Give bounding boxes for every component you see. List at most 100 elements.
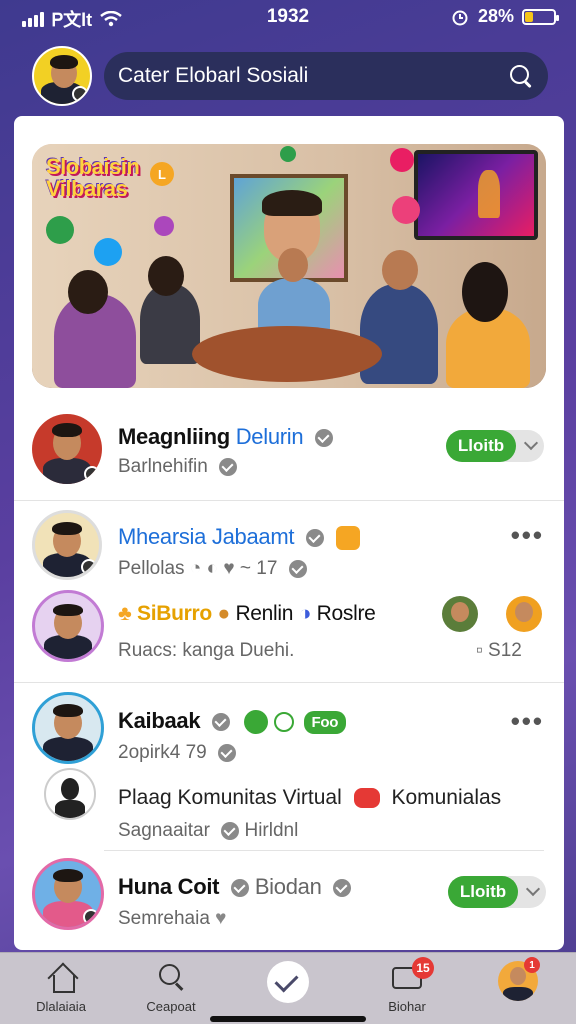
follow-toggle[interactable]: Lloitb — [446, 430, 544, 462]
member-name-highlight: Biodan — [254, 874, 322, 899]
avatar-hair — [53, 604, 83, 616]
community-name[interactable]: Plaag Komunitas Virtual — [118, 786, 342, 809]
person-head — [68, 270, 108, 314]
member-name-text: Meagnliing — [118, 424, 230, 449]
member-name-text: Kaibaak — [118, 708, 201, 733]
banner-logo-line1: Slobaisin — [46, 154, 140, 179]
home-icon — [48, 963, 76, 993]
member-avatar[interactable] — [32, 510, 102, 580]
verified-badge-icon — [231, 879, 249, 898]
emoji-icon — [335, 526, 360, 551]
person-head — [278, 248, 308, 282]
community-text: Plaag Komunitas Virtual Komunialas — [118, 786, 501, 810]
member-subtitle: Semrehaia ♥ — [118, 908, 226, 930]
tag-emoji-icon: ◑ — [298, 602, 312, 625]
member-subtitle-text: 2opirk4 79 — [118, 742, 207, 763]
member-subtitle-text: Semrehaia — [118, 908, 210, 929]
member-name[interactable]: Meagnliing Delurin — [118, 424, 334, 450]
chevron-down-icon[interactable] — [523, 435, 539, 451]
social-bubble-icon: L — [150, 162, 174, 186]
avatar-head — [451, 602, 469, 622]
more-options-icon[interactable]: ••• — [511, 706, 544, 737]
verified-icon — [84, 466, 100, 482]
avatar-hair — [50, 55, 78, 69]
battery-icon — [522, 8, 559, 25]
verified-badge-icon — [315, 429, 334, 448]
tag-emoji-icon: ♣ — [118, 602, 132, 625]
reaction-icons — [243, 710, 268, 735]
member-avatar[interactable] — [32, 692, 104, 764]
community-name-secondary[interactable]: Komunialas — [391, 786, 501, 809]
member-avatar[interactable] — [32, 414, 102, 484]
community-banner-image[interactable]: Slobaisin Vilbaras L — [32, 144, 546, 388]
tab-home-label: Dlalaiaia — [36, 999, 86, 1014]
member-name[interactable]: Kaibaak Foo — [118, 708, 347, 735]
member-name-highlight: Delurin — [235, 424, 304, 449]
tab-search[interactable]: Ceapoat — [116, 953, 226, 1024]
member-subtitle: Barlnehifin — [118, 456, 238, 478]
tagged-avatar[interactable] — [506, 596, 542, 632]
list-item[interactable]: Mhearsia Jabaamt Pellolas ◔ ◐ ♥ ~ 17 •••… — [14, 502, 564, 682]
avatar-body — [55, 800, 85, 818]
social-bubble-icon — [280, 146, 296, 162]
verified-badge-icon — [219, 457, 238, 476]
member-name-text: Huna Coit — [118, 874, 220, 899]
verified-icon — [83, 909, 99, 925]
member-subtitle-text: Barlnehifin — [118, 456, 208, 477]
member-name[interactable]: Huna Coit Biodan — [118, 874, 352, 900]
tab-search-label: Ceapoat — [146, 999, 196, 1014]
tag-member[interactable]: Roslre — [317, 602, 376, 626]
tab-home[interactable]: Dlalaiaia — [6, 953, 116, 1024]
person-head — [462, 262, 508, 322]
tab-profile[interactable]: 1 — [462, 953, 572, 1024]
tab-messages[interactable]: 15 Biohar — [352, 953, 462, 1024]
tv-screen — [414, 150, 538, 240]
home-indicator — [210, 1016, 366, 1022]
tag-member[interactable]: SiBurro — [137, 602, 212, 626]
search-icon[interactable] — [508, 63, 534, 89]
follow-toggle-label: Lloitb — [448, 876, 518, 908]
post-caption-right: ▫ S12 — [476, 640, 522, 662]
twitter-bubble-icon — [94, 238, 122, 266]
reaction-icons — [273, 712, 294, 733]
member-subtitle-text: Pellolas — [118, 558, 185, 579]
chevron-down-icon[interactable] — [525, 881, 541, 897]
member-subtitle: Pellolas ◔ ◐ ♥ ~ 17 — [118, 558, 307, 580]
search-icon — [158, 963, 186, 991]
more-options-icon[interactable]: ••• — [511, 520, 544, 551]
verified-badge-icon — [212, 713, 231, 732]
profile-avatar[interactable] — [32, 46, 92, 106]
follow-toggle[interactable]: Lloitb — [448, 876, 546, 908]
member-name[interactable]: Mhearsia Jabaamt — [118, 524, 360, 551]
alarm-icon — [452, 10, 468, 25]
list-item[interactable]: Kaibaak Foo 2opirk4 79 ••• Plaag Komunit… — [14, 684, 564, 848]
social-bubble-icon — [392, 196, 420, 224]
avatar-head — [515, 602, 533, 622]
post-caption: Ruacs: kanga Duehi. — [118, 640, 295, 661]
search-bar[interactable]: Cater Elobarl Sosiali — [104, 52, 548, 100]
bottom-tab-bar: Dlalaiaia Ceapoat 15 Biohar 1 — [0, 952, 576, 1024]
member-subtitle: 2opirk4 79 — [118, 742, 237, 764]
notification-badge: 15 — [412, 957, 434, 979]
community-footer-text: Sagnaaitar — [118, 820, 210, 841]
chat-bubble-icon — [353, 788, 380, 809]
search-input[interactable]: Cater Elobarl Sosiali — [118, 64, 508, 88]
community-avatar[interactable] — [44, 768, 96, 820]
group-avatar[interactable] — [32, 590, 104, 662]
status-right: 28% — [450, 6, 559, 27]
verified-badge-icon — [288, 559, 307, 578]
tagged-members: ♣ SiBurro ● Renlin ◑ Roslre — [118, 602, 376, 626]
person-figure — [360, 284, 438, 384]
list-item[interactable]: Meagnliing Delurin Barlnehifin Lloitb — [14, 406, 564, 500]
tagged-avatar[interactable] — [442, 596, 478, 632]
verified-badge-icon — [218, 743, 237, 762]
list-item[interactable]: Huna Coit Biodan Semrehaia ♥ Lloitb — [14, 854, 564, 944]
check-icon[interactable] — [267, 961, 309, 1003]
verified-icon — [72, 86, 88, 102]
divider — [104, 850, 544, 851]
reaction-icons: ◔ ◐ ♥ — [189, 558, 240, 579]
tag-member[interactable]: Renlin — [235, 602, 293, 626]
verified-badge-icon — [221, 821, 240, 840]
social-bubble-icon — [46, 216, 74, 244]
member-avatar[interactable] — [32, 858, 104, 930]
